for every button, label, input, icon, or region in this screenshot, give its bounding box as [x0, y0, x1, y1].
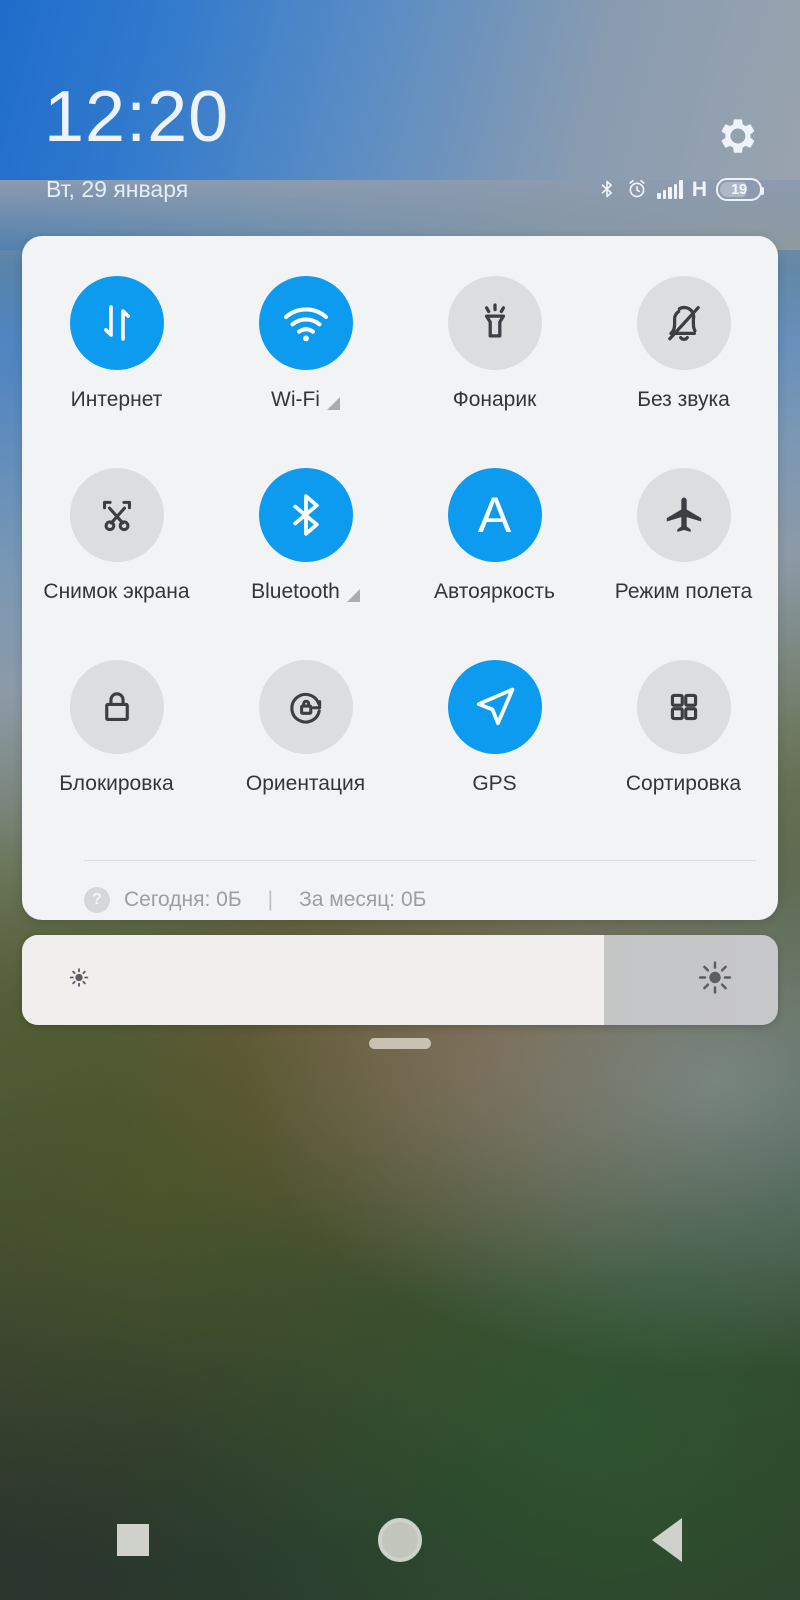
tile-sorting[interactable]: Сортировка — [589, 646, 778, 838]
data-usage-separator: | — [267, 888, 274, 911]
signal-bars-icon — [657, 179, 683, 199]
tile-lock[interactable]: Блокировка — [22, 646, 211, 838]
bluetooth-icon — [258, 468, 353, 562]
network-type-label: H — [691, 177, 707, 201]
tile-label-text: Сортировка — [625, 772, 742, 795]
tile-label: Wi-Fi — [271, 388, 340, 412]
airplane-icon — [636, 468, 731, 562]
tile-auto-brightness[interactable]: A Автояркость — [400, 454, 589, 646]
tile-label: Ориентация — [246, 772, 365, 796]
gear-icon[interactable] — [718, 116, 758, 156]
tile-silent[interactable]: Без звука — [589, 262, 778, 454]
auto-brightness-icon: A — [447, 468, 542, 562]
data-transfer-icon — [69, 276, 164, 370]
tile-label: Без звука — [637, 388, 730, 412]
circle-icon — [377, 1518, 422, 1562]
alarm-icon — [626, 178, 648, 200]
bell-slash-icon — [636, 276, 731, 370]
data-usage-row[interactable]: ? Сегодня: 0Б | За месяц: 0Б — [84, 880, 426, 920]
tile-label: Фонарик — [453, 388, 537, 412]
question-mark-icon[interactable]: ? — [84, 887, 110, 913]
chevron-expand-icon[interactable] — [346, 588, 360, 602]
tile-bluetooth[interactable]: Bluetooth — [211, 454, 400, 646]
tile-label-text: Wi-Fi — [271, 388, 320, 411]
sun-large-icon — [696, 959, 734, 1002]
tile-label: Режим полета — [615, 580, 752, 604]
data-usage-month: За месяц: 0Б — [299, 888, 427, 911]
status-icons: H 19 — [597, 176, 764, 202]
grid-icon — [636, 660, 731, 754]
battery-icon: 19 — [716, 177, 764, 201]
clock-time: 12:20 — [44, 77, 230, 157]
tile-label-text: Ориентация — [245, 772, 366, 795]
tile-orientation[interactable]: Ориентация — [211, 646, 400, 838]
tile-label: GPS — [472, 772, 516, 796]
tile-label-text: Интернет — [70, 388, 163, 411]
navigation-bar — [0, 1480, 800, 1600]
tile-label: Снимок экрана — [43, 580, 189, 604]
tile-label: Блокировка — [59, 772, 173, 796]
status-header: 12:20 Вт, 29 января H 19 — [0, 0, 800, 236]
panel-drag-handle[interactable] — [369, 1038, 431, 1049]
tile-internet[interactable]: Интернет — [22, 262, 211, 454]
tile-label-text: Фонарик — [452, 388, 537, 411]
chevron-expand-icon[interactable] — [326, 396, 340, 410]
tile-label: Сортировка — [626, 772, 741, 796]
tile-label-text: Снимок экрана — [43, 580, 190, 603]
navigation-arrow-icon — [447, 660, 542, 754]
tile-label-text: Блокировка — [59, 772, 174, 795]
screenshot-icon — [69, 468, 164, 562]
quick-settings-tile-grid: Интернет Wi-Fi Фонарик Без звука Снимок … — [22, 262, 778, 838]
tile-flashlight[interactable]: Фонарик — [400, 262, 589, 454]
clock-date: Вт, 29 января — [46, 176, 189, 202]
tile-screenshot[interactable]: Снимок экрана — [22, 454, 211, 646]
battery-level-label: 19 — [731, 180, 747, 198]
rotation-lock-icon — [258, 660, 353, 754]
wifi-icon — [258, 276, 353, 370]
sun-small-icon — [66, 965, 92, 996]
panel-divider — [84, 860, 756, 861]
brightness-slider[interactable] — [22, 935, 778, 1025]
tile-label-text: GPS — [472, 772, 517, 795]
flashlight-icon — [447, 276, 542, 370]
tile-label-text: Без звука — [637, 388, 730, 411]
tile-label: Автояркость — [434, 580, 555, 604]
lock-icon — [69, 660, 164, 754]
tile-label-text: Режим полета — [614, 580, 753, 603]
brightness-slider-fill — [22, 935, 605, 1025]
tile-label-text: Автояркость — [434, 580, 555, 603]
triangle-left-icon — [651, 1518, 682, 1562]
tile-gps[interactable]: GPS — [400, 646, 589, 838]
square-icon — [117, 1524, 150, 1556]
letter-a-glyph: A — [477, 487, 512, 543]
quick-settings-panel: Интернет Wi-Fi Фонарик Без звука Снимок … — [22, 236, 778, 920]
bluetooth-icon — [597, 178, 617, 200]
nav-recents-button[interactable] — [87, 1510, 179, 1570]
tile-wifi[interactable]: Wi-Fi — [211, 262, 400, 454]
tile-label: Интернет — [71, 388, 163, 412]
nav-home-button[interactable] — [354, 1510, 446, 1570]
tile-label-text: Bluetooth — [251, 580, 340, 603]
tile-airplane-mode[interactable]: Режим полета — [589, 454, 778, 646]
data-usage-today: Сегодня: 0Б — [124, 888, 242, 911]
tile-label: Bluetooth — [251, 580, 360, 604]
nav-back-button[interactable] — [621, 1510, 713, 1570]
